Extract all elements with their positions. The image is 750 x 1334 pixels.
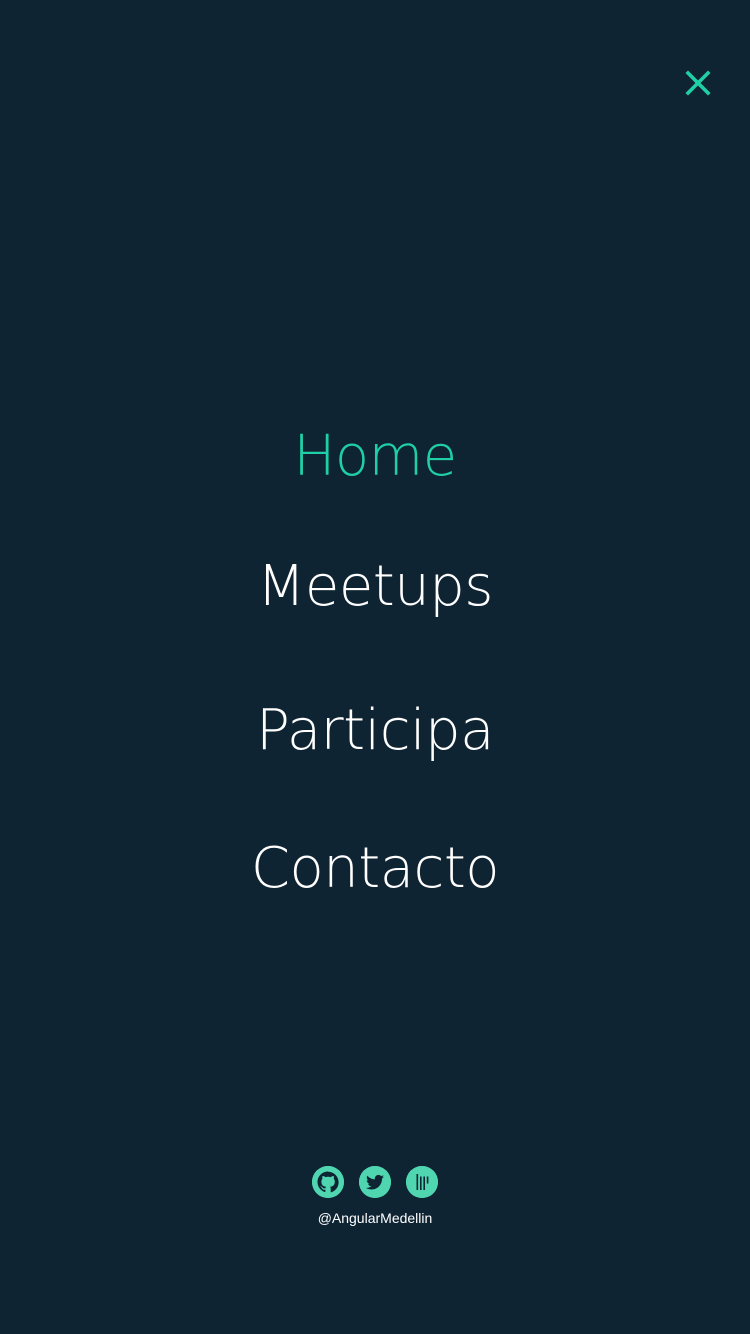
main-nav: Home Meetups Participa Contacto — [0, 0, 750, 1000]
gitter-icon — [406, 1166, 438, 1198]
nav-item-contacto[interactable]: Contacto — [0, 834, 750, 904]
nav-item-participa[interactable]: Participa — [0, 696, 750, 766]
gitter-link[interactable] — [406, 1166, 438, 1198]
github-icon — [312, 1166, 344, 1198]
social-handle: @AngularMedellin — [317, 1210, 433, 1226]
nav-item-meetups[interactable]: Meetups — [0, 552, 750, 622]
twitter-icon — [359, 1166, 391, 1198]
social-links — [0, 1166, 750, 1198]
github-link[interactable] — [312, 1166, 344, 1198]
nav-item-home[interactable]: Home — [0, 422, 750, 492]
twitter-link[interactable] — [359, 1166, 391, 1198]
